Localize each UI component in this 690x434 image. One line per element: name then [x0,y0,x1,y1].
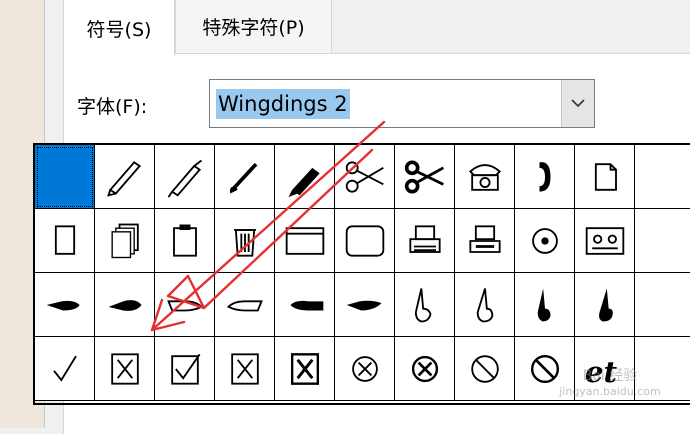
page-blank-icon [54,224,75,255]
symbol-cell-telephone[interactable] [455,145,515,209]
font-select-value[interactable]: Wingdings 2 [216,89,350,119]
watermark-line2: jingyan.baidu.com [559,385,661,398]
symbol-cell-hand-point-left-black[interactable] [95,273,155,337]
symbol-cell-scissors-black[interactable] [395,145,455,209]
symbol-cell-brush[interactable] [215,145,275,209]
window-icon [285,226,324,255]
tab-symbols[interactable]: 符号(S) [63,0,175,56]
tab-special-characters[interactable]: 特殊字符(P) [175,0,332,54]
telephone-icon [468,163,501,191]
symbol-cell-hand-up-outline-2[interactable] [455,273,515,337]
scissors-icon [345,160,384,193]
pages-stack-icon [110,223,139,258]
symbol-cell-trash-can[interactable] [215,209,275,273]
printer-icon [408,224,441,253]
circled-x-icon [351,355,378,382]
symbol-cell-check-mark[interactable] [35,337,95,401]
hand-up-black-icon [537,288,550,321]
hand-up-outline-icon [414,287,431,322]
symbol-cell-partial[interactable] [635,145,690,209]
symbol-cell-hand-black-point[interactable] [335,273,395,337]
symbol-cell-hand-black-left[interactable] [275,273,335,337]
scissors-black-icon [404,160,444,193]
pen-icon [106,160,141,197]
symbol-cell-fax[interactable] [455,209,515,273]
clipboard-icon [172,224,197,257]
symbol-cell-clipboard[interactable] [155,209,215,273]
tab-symbols-label: 符号(S) [86,18,152,41]
fax-icon [468,224,501,253]
font-dropdown-button[interactable] [561,80,594,127]
hand-up-black-2-icon [598,288,613,321]
circled-x-bold-icon [411,355,438,382]
watermark-line1: Bai 经验 [582,368,638,384]
symbol-cell-marker[interactable] [275,145,335,209]
symbol-cell-blank-selected[interactable] [35,145,95,209]
symbol-cell-hand-up-black-2[interactable] [575,273,635,337]
symbol-cell-hand-up-black[interactable] [515,273,575,337]
hand-black-point-icon [346,300,381,310]
boxed-x-bold-icon [290,352,319,385]
symbol-cell-window[interactable] [275,209,335,273]
symbol-cell-pages-stack[interactable] [95,209,155,273]
font-select[interactable]: Wingdings 2 [209,79,595,128]
symbol-cell-partial[interactable] [635,209,690,273]
symbol-cell-printer[interactable] [395,209,455,273]
symbol-cell-boxed-x-2[interactable] [215,337,275,401]
rounded-rect-icon [345,224,384,257]
hand-point-left-icon [46,300,80,310]
fountain-pen-icon [167,159,202,198]
symbol-cell-rounded-rect[interactable] [335,209,395,273]
hand-outline-point-icon [226,299,263,311]
symbol-cell-scissors[interactable] [335,145,395,209]
symbol-cell-no-sign[interactable] [455,337,515,401]
cassette-icon [585,226,624,255]
symbol-cell-cassette[interactable] [575,209,635,273]
boxed-x-2-icon [230,352,259,385]
symbol-cell-partial[interactable] [635,273,690,337]
symbol-cell-radio-button[interactable] [515,209,575,273]
symbol-cell-fountain-pen[interactable] [155,145,215,209]
symbol-cell-circled-x-bold[interactable] [395,337,455,401]
hand-outline-right-icon [166,299,203,311]
marker-icon [288,167,320,197]
brush-icon [229,162,257,193]
page-icon [594,162,617,191]
boxed-check-icon [170,353,200,385]
boxed-x-icon [110,352,139,385]
symbol-cell-circled-x[interactable] [335,337,395,401]
watermark: Bai 经验 jingyan.baidu.com [535,365,685,425]
chevron-down-icon [571,99,585,108]
symbol-cell-boxed-x-bold[interactable] [275,337,335,401]
hand-black-left-icon [289,300,323,310]
symbol-cell-hand-outline-right[interactable] [155,273,215,337]
symbol-cell-page[interactable] [575,145,635,209]
hand-point-left-black-icon [108,299,141,311]
symbol-cell-hand-point-left[interactable] [35,273,95,337]
symbol-cell-boxed-x[interactable] [95,337,155,401]
font-label: 字体(F): [77,96,148,118]
no-sign-icon [470,354,499,383]
symbol-cell-hand-outline-point[interactable] [215,273,275,337]
symbol-cell-hand-up-outline[interactable] [395,273,455,337]
symbol-cell-boxed-check[interactable] [155,337,215,401]
check-mark-icon [52,355,77,382]
handset-icon [539,161,550,192]
radio-button-icon [531,227,558,254]
symbol-cell-handset[interactable] [515,145,575,209]
hand-up-outline-2-icon [476,287,493,322]
symbol-cell-page-blank[interactable] [35,209,95,273]
symbol-cell-pen[interactable] [95,145,155,209]
trash-can-icon [233,228,256,257]
tab-special-label: 特殊字符(P) [202,17,305,39]
